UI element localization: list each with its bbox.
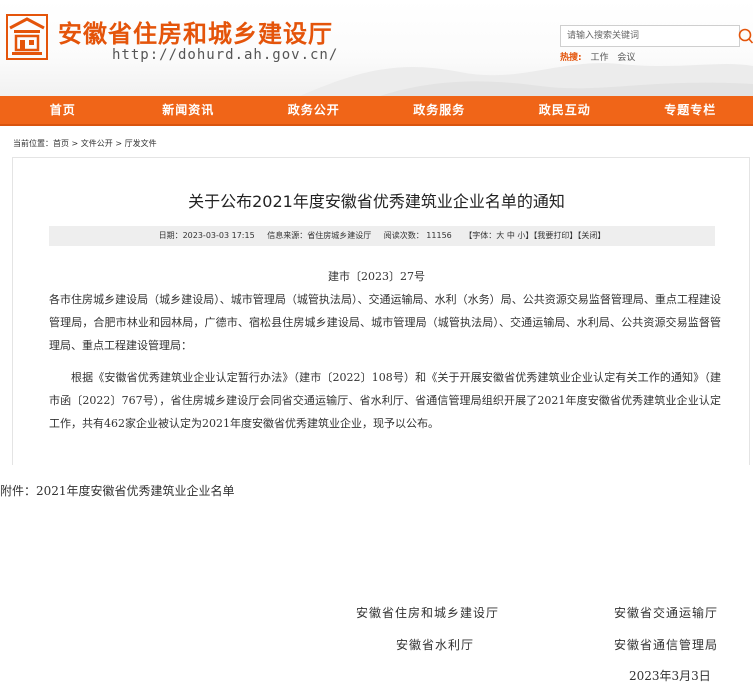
hot-search-link[interactable]: 会议 xyxy=(617,53,635,63)
nav-item-interaction[interactable]: 政民互动 xyxy=(502,96,628,124)
site-url: http://dohurd.ah.gov.cn/ xyxy=(112,47,339,63)
nav-item-news[interactable]: 新闻资讯 xyxy=(126,96,252,124)
breadcrumb[interactable]: 当前位置：首页 > 文件公开 > 厅发文件 xyxy=(13,138,157,149)
search-box xyxy=(560,25,740,47)
document-number: 建市〔2023〕27号 xyxy=(328,270,425,283)
main-nav: 首页 新闻资讯 政务公开 政务服务 政民互动 专题专栏 xyxy=(0,96,753,126)
nav-item-topics[interactable]: 专题专栏 xyxy=(628,96,753,124)
signature-housing-dept: 安徽省住房和城乡建设厅 xyxy=(356,606,500,620)
publish-date: 日期：2023-03-03 17:15 xyxy=(158,231,255,240)
info-source: 信息来源：省住房城乡建设厅 xyxy=(267,231,372,240)
sign-date: 2023年3月3日 xyxy=(629,669,711,683)
nav-item-home[interactable]: 首页 xyxy=(0,96,126,124)
hot-search: 热搜: 工作 会议 xyxy=(560,50,635,63)
search-input[interactable] xyxy=(567,28,727,44)
nav-item-public-affairs[interactable]: 政务公开 xyxy=(251,96,377,124)
article-title: 关于公布2021年度安徽省优秀建筑业企业名单的通知 xyxy=(188,192,565,211)
site-header: 安徽省住房和城乡建设厅 http://dohurd.ah.gov.cn/ 热搜:… xyxy=(0,0,753,96)
hot-search-link[interactable]: 工作 xyxy=(590,53,608,63)
signature-water-dept: 安徽省水利厅 xyxy=(396,638,475,652)
attachment-link[interactable]: 附件：2021年度安徽省优秀建筑业企业名单 xyxy=(0,482,235,499)
search-icon[interactable] xyxy=(736,26,753,46)
article-meta: 日期：2023-03-03 17:15 信息来源：省住房城乡建设厅 阅读次数： … xyxy=(49,226,715,246)
signature-telecom-bureau: 安徽省通信管理局 xyxy=(614,638,719,652)
site-title[interactable]: 安徽省住房和城乡建设厅 xyxy=(58,14,333,49)
view-count: 阅读次数： 11156 xyxy=(383,231,452,240)
body-paragraph: 根据《安徽省优秀建筑业企业认定暂行办法》（建市〔2022〕108号）和《关于开展… xyxy=(49,371,721,430)
building-logo-icon xyxy=(6,14,48,60)
article-tools[interactable]: 【字体：大 中 小】【我要打印】【关闭】 xyxy=(464,231,605,240)
signature-transport-dept: 安徽省交通运输厅 xyxy=(614,606,719,620)
nav-item-services[interactable]: 政务服务 xyxy=(377,96,503,124)
recipients-paragraph: 各市住房城乡建设局（城乡建设局）、城市管理局（城管执法局）、交通运输局、水利（水… xyxy=(49,293,721,352)
hot-search-label: 热搜: xyxy=(560,53,582,63)
